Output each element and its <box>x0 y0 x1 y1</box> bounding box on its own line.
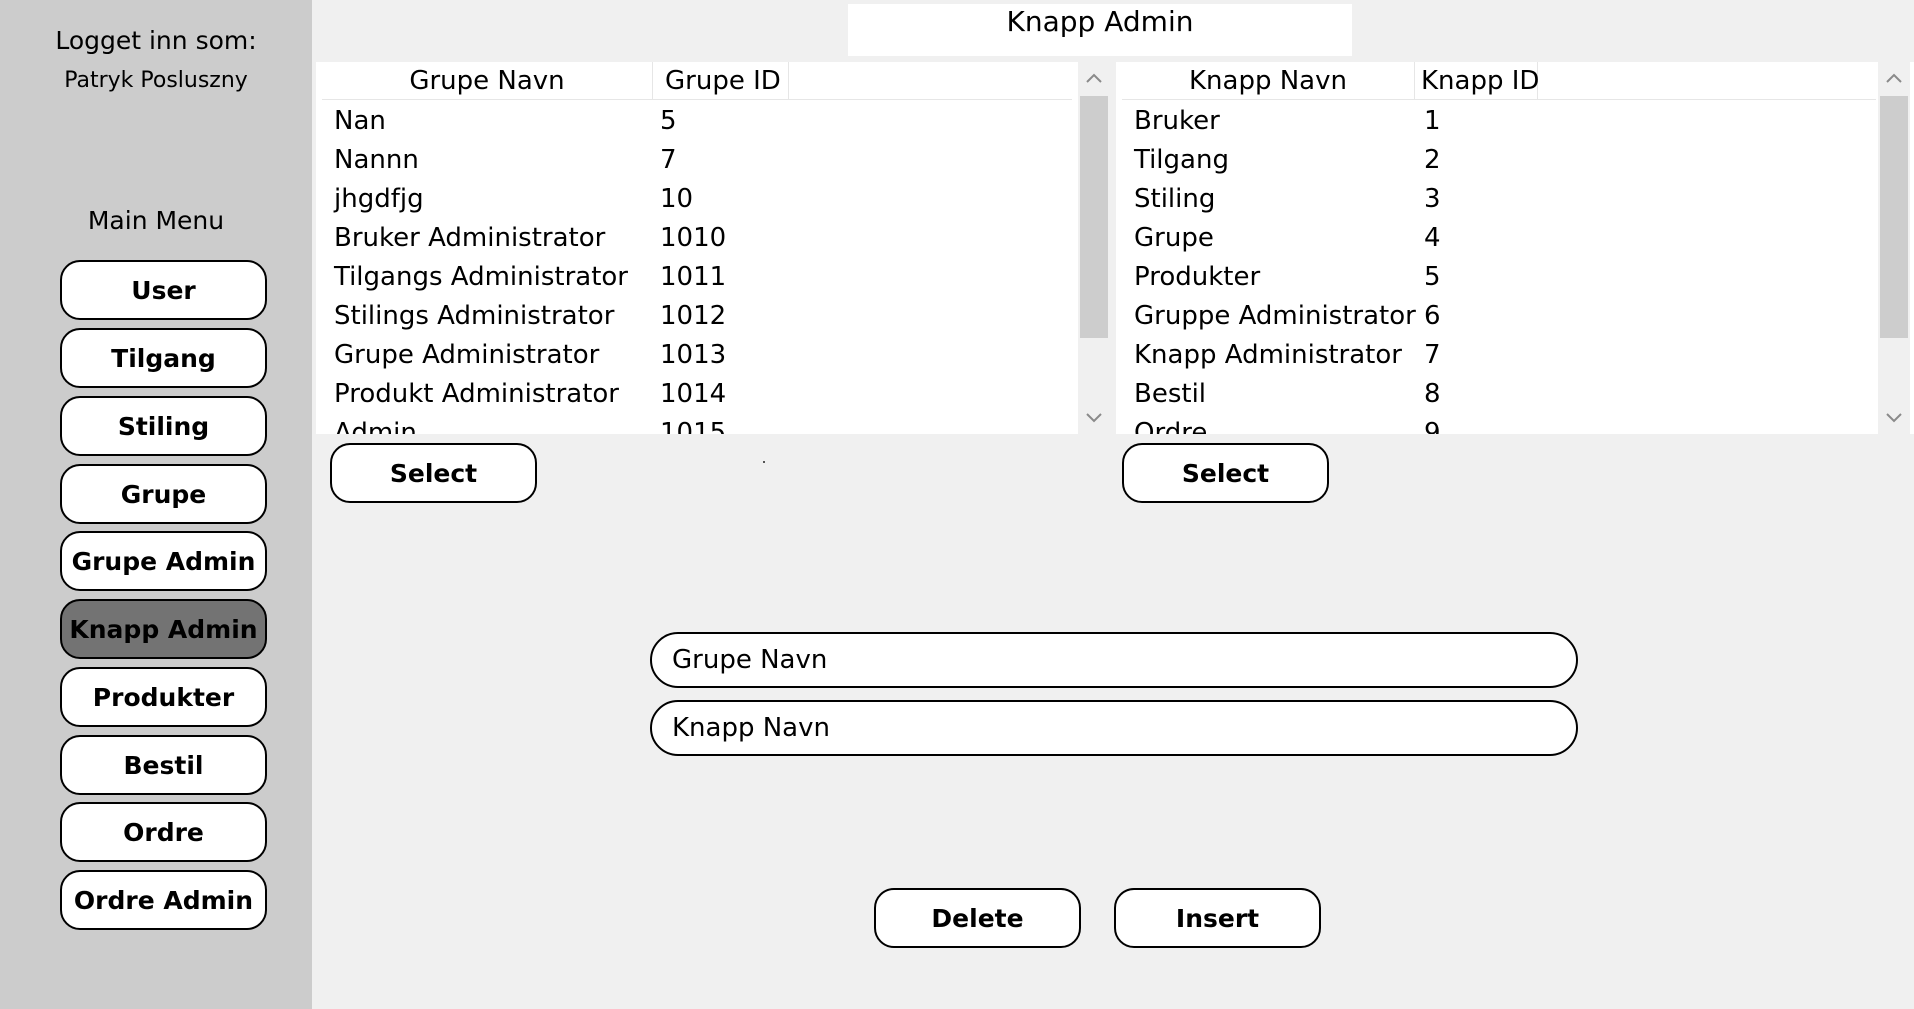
group-list-row-name: Bruker Administrator <box>334 223 606 253</box>
button-list-row-name: Bestil <box>1134 379 1207 409</box>
group-id-column-header[interactable]: Grupe ID <box>653 62 789 100</box>
group-list-row-id: 7 <box>660 145 677 175</box>
button-select-button[interactable]: Select <box>1122 443 1329 503</box>
nav-ordre-button[interactable]: Ordre <box>60 802 267 862</box>
group-list-row[interactable]: Bruker Administrator 1010 <box>316 219 1066 258</box>
button-list-row-name: Stiling <box>1134 184 1216 214</box>
button-list-row[interactable]: Knapp Administrator 7 <box>1116 336 1866 375</box>
group-list-row-name: Grupe Administrator <box>334 340 600 370</box>
group-list-row[interactable]: Admin 1015 <box>316 414 1066 434</box>
group-name-field[interactable] <box>650 632 1578 688</box>
button-list-row-name: Produkter <box>1134 262 1261 292</box>
group-list-row-name: Admin <box>334 418 417 434</box>
chevron-up-icon[interactable] <box>1878 62 1910 94</box>
group-list-row[interactable]: Grupe Administrator 1013 <box>316 336 1066 375</box>
group-list-row-name: Produkt Administrator <box>334 379 619 409</box>
group-list-row-id: 1015 <box>660 418 727 434</box>
group-list-scrollbar[interactable] <box>1078 62 1110 434</box>
nav-user-button[interactable]: User <box>60 260 267 320</box>
group-list-scroll-thumb[interactable] <box>1080 96 1108 338</box>
group-list-row-name: Stilings Administrator <box>334 301 615 331</box>
group-list-row-id: 1011 <box>660 262 727 292</box>
chevron-down-icon[interactable] <box>1078 402 1110 434</box>
chevron-up-icon[interactable] <box>1078 62 1110 94</box>
button-list-row[interactable]: Bestil 8 <box>1116 375 1866 414</box>
button-list-row-id: 9 <box>1424 418 1441 434</box>
nav-knapp-admin-button[interactable]: Knapp Admin <box>60 599 267 659</box>
button-list-row-id: 7 <box>1424 340 1441 370</box>
button-list-row-name: Knapp Administrator <box>1134 340 1402 370</box>
page-title: Knapp Admin <box>848 4 1352 56</box>
group-list-row[interactable]: Nan 5 <box>316 102 1066 141</box>
group-list-row-name: Tilgangs Administrator <box>334 262 628 292</box>
button-list-row[interactable]: Produkter 5 <box>1116 258 1866 297</box>
group-list-row-name: Nan <box>334 106 386 136</box>
group-list-row-id: 1012 <box>660 301 727 331</box>
button-list-row[interactable]: Tilgang 2 <box>1116 141 1866 180</box>
chevron-down-icon[interactable] <box>1878 402 1910 434</box>
group-list-row-id: 1010 <box>660 223 727 253</box>
nav-tilgang-button[interactable]: Tilgang <box>60 328 267 388</box>
button-list-row-id: 8 <box>1424 379 1441 409</box>
button-list-row-id: 1 <box>1424 106 1441 136</box>
group-list-row-name: jhgdfjg <box>334 184 424 214</box>
sidebar: Logget inn som: Patryk Posluszny Main Me… <box>0 0 312 1009</box>
button-list-row-name: Grupe <box>1134 223 1214 253</box>
delete-button[interactable]: Delete <box>874 888 1081 948</box>
button-list-row-name: Bruker <box>1134 106 1220 136</box>
button-list-row-id: 4 <box>1424 223 1441 253</box>
nav-ordre-admin-button[interactable]: Ordre Admin <box>60 870 267 930</box>
group-list-row[interactable]: Stilings Administrator 1012 <box>316 297 1066 336</box>
group-list-row[interactable]: Nannn 7 <box>316 141 1066 180</box>
user-name: Patryk Posluszny <box>64 68 248 93</box>
main-menu-title: Main Menu <box>87 206 225 235</box>
group-list-row[interactable]: jhgdfjg 10 <box>316 180 1066 219</box>
nav-grupe-button[interactable]: Grupe <box>60 464 267 524</box>
group-name-column-header[interactable]: Grupe Navn <box>322 62 653 100</box>
group-listview[interactable]: Grupe Navn Grupe ID Nan 5 Nannn 7 jhgdfjg 10 B… <box>316 62 1110 434</box>
group-list-row-id: 10 <box>660 184 694 214</box>
nav-produkter-button[interactable]: Produkter <box>60 667 267 727</box>
button-list-row-name: Ordre <box>1134 418 1208 434</box>
button-list-row-id: 2 <box>1424 145 1441 175</box>
button-list-row-name: Tilgang <box>1134 145 1229 175</box>
button-list-row[interactable]: Ordre 9 <box>1116 414 1866 434</box>
group-list-row[interactable]: Tilgangs Administrator 1011 <box>316 258 1066 297</box>
group-select-button[interactable]: Select <box>330 443 537 503</box>
button-name-field[interactable] <box>650 700 1578 756</box>
nav-bestil-button[interactable]: Bestil <box>60 735 267 795</box>
group-list-row-id: 1013 <box>660 340 727 370</box>
button-list-row-id: 3 <box>1424 184 1441 214</box>
button-list-row[interactable]: Stiling 3 <box>1116 180 1866 219</box>
button-name-column-header[interactable]: Knapp Navn <box>1122 62 1415 100</box>
insert-button[interactable]: Insert <box>1114 888 1321 948</box>
button-list-row-name: Gruppe Administrator <box>1134 301 1416 331</box>
button-list-row[interactable]: Bruker 1 <box>1116 102 1866 141</box>
button-list-scroll-thumb[interactable] <box>1880 96 1908 338</box>
button-list-scrollbar[interactable] <box>1878 62 1910 434</box>
group-list-row-name: Nannn <box>334 145 419 175</box>
button-list-row[interactable]: Gruppe Administrator 6 <box>1116 297 1866 336</box>
logged-in-label: Logget inn som: <box>55 26 257 55</box>
group-list-row-id: 5 <box>660 106 677 136</box>
button-list-row-id: 6 <box>1424 301 1441 331</box>
button-id-column-header[interactable]: Knapp ID <box>1415 62 1539 100</box>
button-list-row[interactable]: Grupe 4 <box>1116 219 1866 258</box>
button-listview[interactable]: Knapp Navn Knapp ID Bruker 1 Tilgang 2 Stili… <box>1116 62 1914 434</box>
group-list-row[interactable]: Produkt Administrator 1014 <box>316 375 1066 414</box>
group-list-header: Grupe Navn Grupe ID <box>322 62 1072 100</box>
button-list-header: Knapp Navn Knapp ID <box>1122 62 1876 100</box>
group-list-row-id: 1014 <box>660 379 727 409</box>
stray-dot <box>763 461 765 463</box>
button-list-row-id: 5 <box>1424 262 1441 292</box>
nav-stiling-button[interactable]: Stiling <box>60 396 267 456</box>
nav-grupe-admin-button[interactable]: Grupe Admin <box>60 531 267 591</box>
